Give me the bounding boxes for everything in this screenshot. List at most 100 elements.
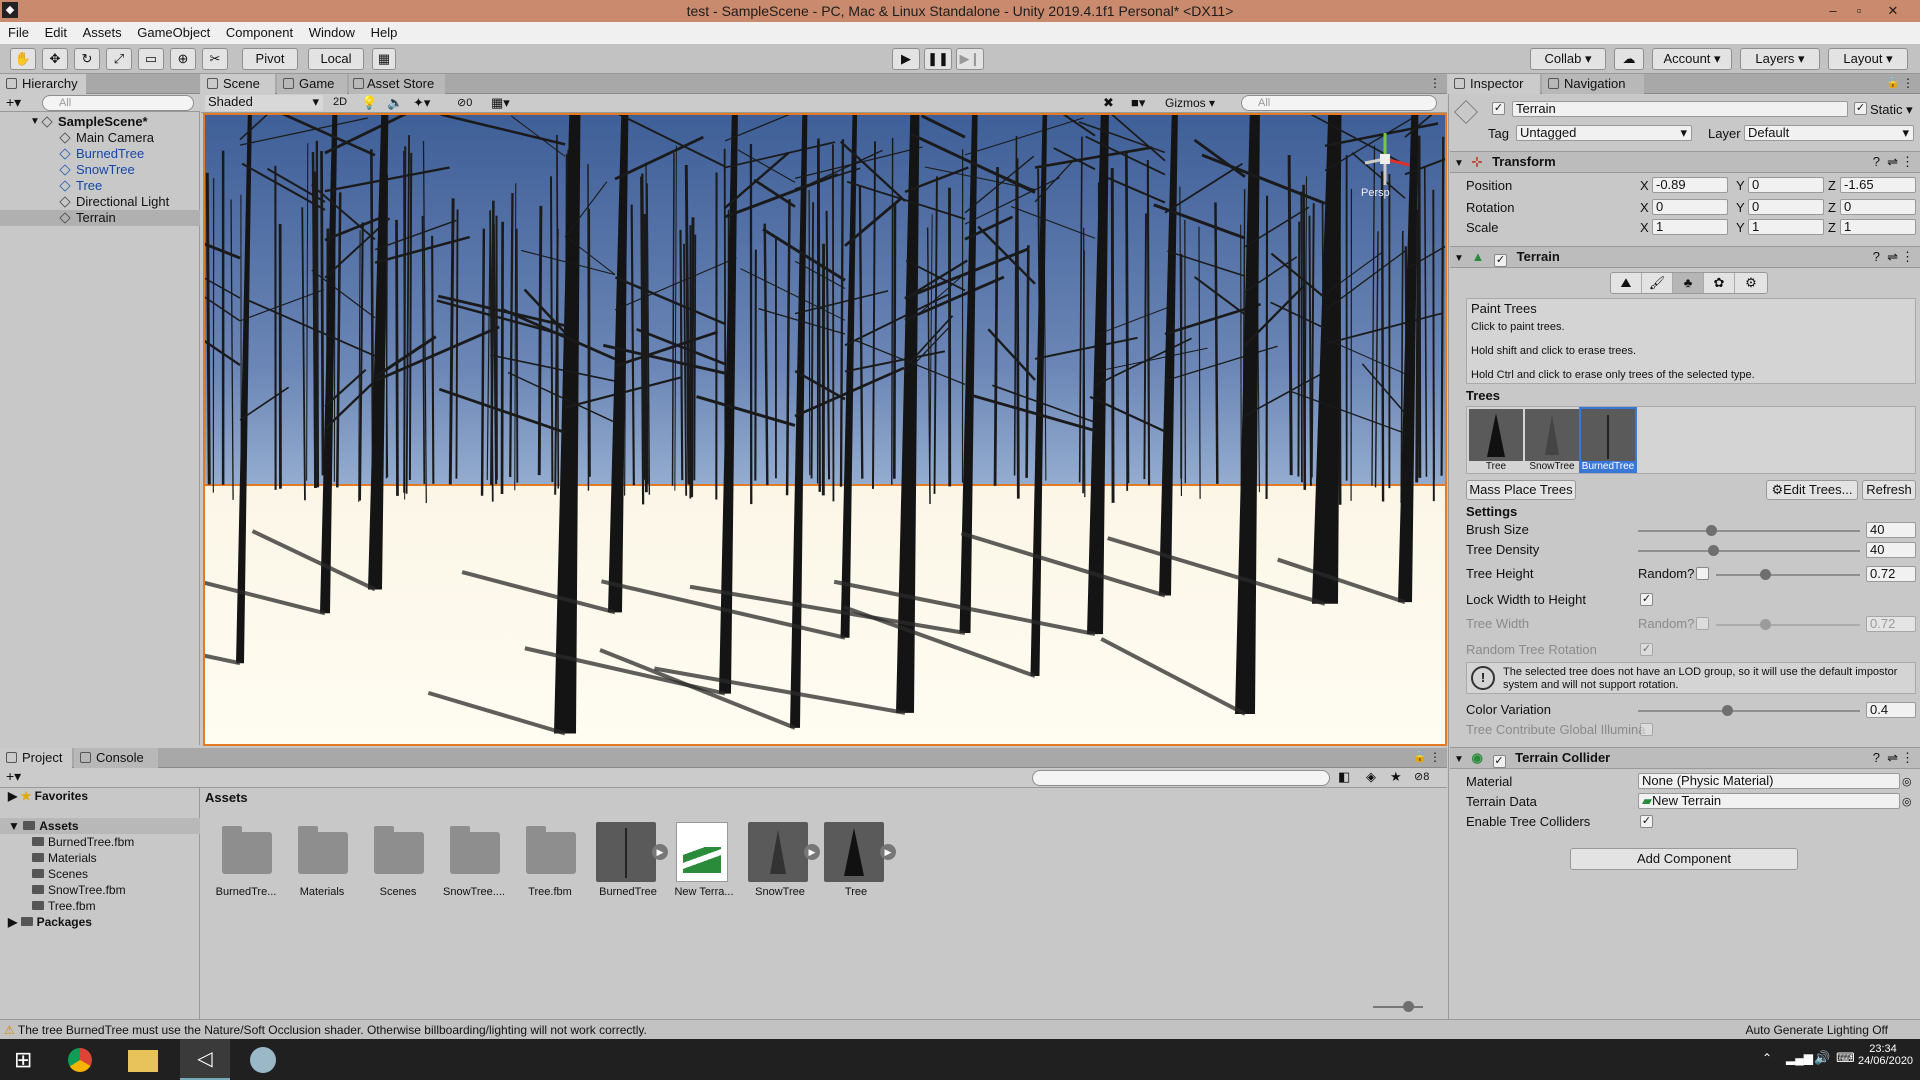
asset-folder[interactable]: Scenes — [362, 822, 434, 898]
file-explorer-icon[interactable] — [128, 1050, 158, 1072]
audio-toggle-icon[interactable]: 🔈 — [387, 95, 403, 111]
toggle-2d-button[interactable]: 2D — [333, 96, 347, 108]
hierarchy-item-tree[interactable]: Tree — [0, 178, 200, 194]
collider-enabled-checkbox[interactable]: ✓ — [1492, 755, 1506, 768]
folder-item[interactable]: SnowTree.fbm — [0, 882, 200, 898]
asset-folder[interactable]: Materials — [286, 822, 358, 898]
asset-folder[interactable]: SnowTree.... — [438, 822, 510, 898]
mass-place-trees-button[interactable]: Mass Place Trees — [1466, 480, 1576, 500]
chrome-icon[interactable] — [68, 1048, 92, 1072]
color-variation-input[interactable]: 0.4 — [1866, 702, 1916, 718]
transform-component-header[interactable]: ▼ ⊹ Transform ? ⇌ ⋮ — [1450, 151, 1920, 173]
icon-size-slider[interactable] — [1373, 1001, 1423, 1012]
slider-knob[interactable] — [1403, 1001, 1414, 1012]
lighting-toggle-icon[interactable]: 💡 — [361, 95, 377, 111]
expand-arrow-icon[interactable]: ▶ — [880, 844, 896, 860]
brush-size-slider[interactable] — [1638, 525, 1860, 536]
unity-hub-icon[interactable] — [250, 1047, 276, 1073]
language-icon[interactable]: ⌨ — [1836, 1050, 1855, 1066]
scale-z-input[interactable]: 1 — [1840, 219, 1916, 235]
local-button[interactable]: Local — [308, 48, 364, 70]
transform-tool-icon[interactable]: ⊕ — [170, 48, 196, 70]
favorites-star-icon[interactable]: ★ — [1390, 769, 1402, 785]
tray-chevron-icon[interactable]: ⌃ — [1762, 1051, 1772, 1065]
asset-folder[interactable]: Tree.fbm — [514, 822, 586, 898]
create-plus-icon[interactable]: +▾ — [6, 94, 21, 111]
rotation-y-input[interactable]: 0 — [1748, 199, 1824, 215]
position-x-input[interactable]: -0.89 — [1652, 177, 1728, 193]
lock-width-checkbox[interactable]: ✓ — [1640, 593, 1653, 606]
panel-menu-icon[interactable]: ⋮ — [1429, 750, 1441, 764]
orientation-gizmo[interactable]: Persp — [1355, 129, 1415, 199]
component-menu-icon[interactable]: ⋮ — [1901, 247, 1914, 267]
clock[interactable]: 23:34 24/06/2020 — [1858, 1043, 1913, 1067]
panel-menu-icon[interactable]: ⋮ — [1902, 76, 1914, 90]
scene-viewport[interactable]: Persp — [203, 113, 1447, 746]
hierarchy-item-snowtree[interactable]: SnowTree — [0, 162, 200, 178]
assets-item[interactable]: ▼ Assets — [0, 818, 200, 834]
folder-item[interactable]: Materials — [0, 850, 200, 866]
tag-dropdown[interactable]: Untagged ▾ — [1516, 125, 1692, 141]
static-dropdown[interactable]: Static ▾ — [1870, 102, 1913, 118]
help-icon[interactable]: ? — [1873, 748, 1880, 768]
help-icon[interactable]: ? — [1873, 247, 1880, 267]
active-checkbox[interactable]: ✓ — [1492, 102, 1505, 115]
hierarchy-search-input[interactable]: All — [42, 95, 194, 111]
step-icon[interactable]: ▶❙ — [956, 48, 984, 70]
asset-model[interactable]: ▶ BurnedTree — [592, 822, 668, 898]
slider-knob[interactable] — [1721, 705, 1733, 716]
search-by-label-icon[interactable]: ◈ — [1366, 769, 1376, 785]
pivot-button[interactable]: Pivot — [242, 48, 298, 70]
menu-gameobject[interactable]: GameObject — [137, 25, 210, 40]
paint-details-icon[interactable]: ✿ — [1704, 273, 1735, 293]
tree-height-input[interactable]: 0.72 — [1866, 566, 1916, 582]
network-icon[interactable]: ▂▄▆ — [1786, 1051, 1813, 1065]
object-name-input[interactable]: Terrain — [1512, 101, 1848, 117]
tree-prototype-snowtree[interactable]: SnowTree — [1525, 409, 1579, 472]
edit-trees-button[interactable]: ⚙Edit Trees... — [1766, 480, 1858, 500]
tab-asset-store[interactable]: Asset Store — [349, 74, 445, 94]
object-picker-icon[interactable]: ◎ — [1902, 774, 1912, 790]
tree-prototype-tree[interactable]: Tree — [1469, 409, 1523, 472]
asset-model[interactable]: ▶ SnowTree — [744, 822, 820, 898]
expand-arrow-icon[interactable]: ▼ — [30, 114, 40, 130]
lock-icon[interactable]: 🔒 — [1413, 750, 1427, 763]
account-dropdown[interactable]: Account ▾ — [1652, 48, 1732, 70]
minimize-icon[interactable]: – — [1820, 0, 1846, 22]
asset-terrain-data[interactable]: New Terra... — [668, 822, 740, 898]
scale-y-input[interactable]: 1 — [1748, 219, 1824, 235]
component-menu-icon[interactable]: ⋮ — [1901, 152, 1914, 172]
panel-menu-icon[interactable]: ⋮ — [1429, 76, 1441, 90]
rotation-x-input[interactable]: 0 — [1652, 199, 1728, 215]
expand-arrow-icon[interactable]: ▶ — [804, 844, 820, 860]
rect-tool-icon[interactable]: ▭ — [138, 48, 164, 70]
tab-hierarchy[interactable]: Hierarchy — [0, 74, 86, 94]
search-by-type-icon[interactable]: ◧ — [1338, 769, 1350, 785]
add-component-button[interactable]: Add Component — [1570, 848, 1798, 870]
layers-dropdown[interactable]: Layers ▾ — [1740, 48, 1820, 70]
terrain-enabled-checkbox[interactable]: ✓ — [1494, 254, 1508, 267]
preset-icon[interactable]: ⇌ — [1887, 247, 1898, 267]
pause-icon[interactable]: ❚❚ — [924, 48, 952, 70]
slider-knob[interactable] — [1759, 569, 1771, 580]
preset-icon[interactable]: ⇌ — [1887, 748, 1898, 768]
preset-icon[interactable]: ⇌ — [1887, 152, 1898, 172]
help-icon[interactable]: ? — [1873, 152, 1880, 172]
color-variation-slider[interactable] — [1638, 705, 1860, 716]
component-menu-icon[interactable]: ⋮ — [1901, 748, 1914, 768]
effects-toggle-icon[interactable]: ✦▾ — [413, 95, 430, 111]
brush-size-input[interactable]: 40 — [1866, 522, 1916, 538]
menu-edit[interactable]: Edit — [45, 25, 67, 40]
asset-folder[interactable]: BurnedTre... — [210, 822, 282, 898]
expand-arrow-icon[interactable]: ▶ — [652, 844, 668, 860]
tab-console[interactable]: Console — [74, 748, 158, 768]
grid-snap-icon[interactable]: ▦ — [372, 48, 396, 70]
gizmos-dropdown[interactable]: Gizmos ▾ — [1165, 96, 1215, 110]
maximize-icon[interactable]: ▫ — [1846, 0, 1872, 22]
volume-icon[interactable]: 🔊 — [1814, 1050, 1830, 1066]
move-tool-icon[interactable]: ✥ — [42, 48, 68, 70]
tab-game[interactable]: Game — [277, 74, 347, 94]
folder-item[interactable]: Scenes — [0, 866, 200, 882]
unity-taskbar-icon[interactable]: ◁ — [180, 1039, 230, 1080]
tab-navigation[interactable]: Navigation — [1542, 74, 1644, 94]
